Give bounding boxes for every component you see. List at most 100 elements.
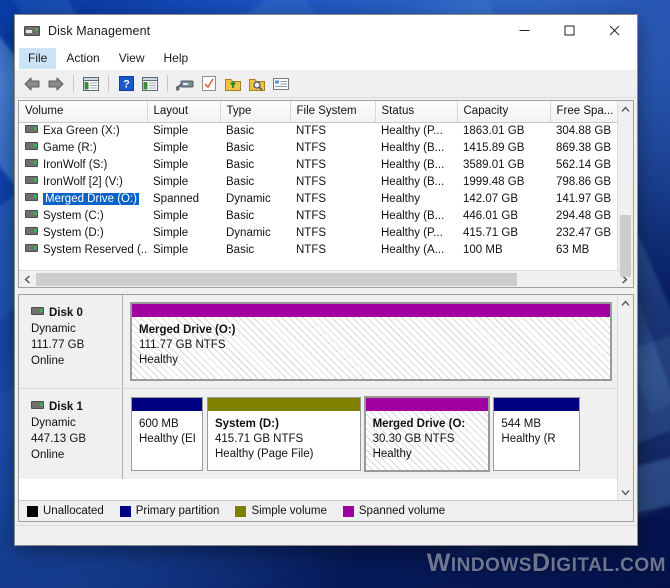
disk-size: 447.13 GB: [31, 433, 86, 445]
volume-list-horizontal-scrollbar[interactable]: [19, 270, 633, 287]
checklist-icon[interactable]: [198, 73, 220, 95]
cell-file-system: NTFS: [296, 192, 327, 205]
table-row[interactable]: Game (R:) Simple Basic NTFS Healthy (B... 141…: [19, 139, 617, 156]
help-icon[interactable]: ?: [115, 73, 137, 95]
table-row[interactable]: IronWolf (S:) Simple Basic NTFS Healthy (B..…: [19, 156, 617, 173]
volume-list-pane: Volume Layout Type File System Status Ca…: [18, 100, 634, 288]
partition-size: 544 MB: [501, 418, 542, 430]
partition-status: Healthy: [372, 448, 412, 460]
table-row[interactable]: Merged Drive (O:) Spanned Dynamic NTFS Healt…: [19, 190, 617, 207]
menu-item-view[interactable]: View: [110, 48, 154, 69]
disk-row: Disk 0 Dynamic 111.77 GB Online Merged Drive…: [19, 295, 617, 389]
cell-layout: Spanned: [153, 192, 200, 205]
cell-layout: Simple: [153, 141, 189, 154]
title-bar[interactable]: Disk Management: [15, 15, 637, 46]
show-hide-action-pane-icon[interactable]: [139, 73, 161, 95]
back-arrow-icon[interactable]: [21, 73, 43, 95]
cell-file-system: NTFS: [296, 124, 327, 137]
table-row[interactable]: System (C:) Simple Basic NTFS Healthy (B... 4…: [19, 207, 617, 224]
disk-partition[interactable]: Merged Drive (O: 30.30 GB NTFS Healthy: [363, 396, 491, 472]
menu-item-file[interactable]: File: [19, 47, 57, 69]
cell-free-space: 562.14 GB: [556, 158, 611, 171]
partition-inner: 544 MB Healthy (R: [494, 411, 579, 470]
disk-name: Disk 0: [49, 307, 83, 319]
vertical-scroll-track[interactable]: [618, 117, 633, 277]
disk-scroll-up-button[interactable]: [618, 295, 633, 311]
menu-item-help[interactable]: Help: [155, 48, 198, 69]
cell-type: Dynamic: [226, 192, 271, 205]
cell-file-system: NTFS: [296, 158, 327, 171]
cell-capacity: 3589.01 GB: [463, 158, 525, 171]
cell-capacity: 415.71 GB: [463, 226, 518, 239]
drive-icon: [25, 124, 38, 133]
watermark-igitalcom: IGITAL.COM: [550, 555, 666, 576]
legend-item: Unallocated: [27, 505, 104, 517]
cell-type: Basic: [226, 141, 255, 154]
partition-text: Merged Drive (O:) 111.77 GB NTFS Healthy: [132, 317, 610, 379]
close-button[interactable]: [592, 15, 637, 46]
disk-size: 111.77 GB: [31, 339, 85, 351]
maximize-button[interactable]: [547, 15, 592, 46]
cell-capacity: 1415.89 GB: [463, 141, 525, 154]
menu-item-action[interactable]: Action: [57, 48, 108, 69]
disk-scroll-down-button[interactable]: [618, 484, 633, 500]
disk-state: Online: [31, 355, 65, 367]
cell-layout: Simple: [153, 243, 189, 256]
export-list-icon[interactable]: [222, 73, 244, 95]
volume-grid: Volume Layout Type File System Status Ca…: [19, 101, 617, 270]
forward-arrow-icon[interactable]: [45, 73, 67, 95]
table-row[interactable]: IronWolf [2] (V:) Simple Basic NTFS Healthy …: [19, 173, 617, 190]
cell-type: Basic: [226, 175, 255, 188]
cell-volume: IronWolf [2] (V:): [19, 173, 147, 190]
volume-table-header-row: Volume Layout Type File System Status Ca…: [19, 101, 617, 123]
toolbar-separator: [108, 75, 109, 92]
disk-header[interactable]: Disk 1 Dynamic 447.13 GB Online: [19, 389, 123, 479]
column-header-capacity[interactable]: Capacity: [457, 101, 551, 123]
vertical-scroll-thumb[interactable]: [620, 215, 631, 277]
table-row[interactable]: System (D:) Simple Dynamic NTFS Healthy (P..…: [19, 224, 617, 241]
content-area: Volume Layout Type File System Status Ca…: [15, 98, 637, 525]
rescan-disks-icon[interactable]: [174, 73, 196, 95]
cell-free-space: 63 MB: [556, 243, 590, 256]
disk-partition[interactable]: 600 MB Healthy (EI: [131, 397, 203, 471]
column-header-type[interactable]: Type: [220, 101, 291, 123]
horizontal-scroll-thumb[interactable]: [36, 272, 518, 286]
column-header-status[interactable]: Status: [375, 101, 458, 123]
disk-partition[interactable]: 544 MB Healthy (R: [493, 397, 580, 471]
partition-status: Healthy: [139, 354, 178, 366]
column-header-free-space[interactable]: Free Spa...: [550, 101, 617, 123]
disk-icon: [31, 401, 44, 409]
cell-capacity: 1999.48 GB: [463, 175, 525, 188]
partition-title: System (D:): [215, 418, 279, 430]
disk-empty-space: [583, 397, 611, 471]
horizontal-scroll-track[interactable]: [36, 271, 616, 288]
cell-layout: Simple: [153, 175, 189, 188]
table-row[interactable]: System Reserved (... Simple Basic NTFS Healt…: [19, 241, 617, 258]
partition-text: System (D:) 415.71 GB NTFS Healthy (Page F…: [208, 411, 360, 470]
disk-header[interactable]: Disk 0 Dynamic 111.77 GB Online: [19, 295, 123, 388]
cell-volume-label: System Reserved (...: [43, 243, 147, 256]
column-header-file-system[interactable]: File System: [290, 101, 376, 123]
cell-volume-label: System (D:): [43, 226, 104, 239]
table-row[interactable]: Exa Green (X:) Simple Basic NTFS Healthy (P.…: [19, 122, 617, 139]
disk-vertical-scroll-track[interactable]: [618, 311, 633, 484]
legend: Unallocated Primary partition Simple volum…: [19, 500, 633, 521]
disk-partition-bars: Merged Drive (O:) 111.77 GB NTFS Healthy: [123, 295, 617, 388]
search-folder-icon[interactable]: [246, 73, 268, 95]
properties-icon[interactable]: [270, 73, 292, 95]
column-header-volume[interactable]: Volume: [19, 101, 148, 123]
cell-layout: Simple: [153, 158, 189, 171]
disk-partition[interactable]: System (D:) 415.71 GB NTFS Healthy (Page F…: [207, 397, 361, 471]
cell-file-system: NTFS: [296, 175, 327, 188]
partition-color-bar: [208, 398, 360, 411]
partition-size: 111.77 GB NTFS: [139, 339, 226, 351]
column-header-layout[interactable]: Layout: [147, 101, 221, 123]
legend-label: Spanned volume: [358, 505, 446, 517]
scroll-left-button[interactable]: [19, 271, 36, 288]
volume-list-vertical-scrollbar[interactable]: [617, 101, 633, 277]
disk-view-vertical-scrollbar[interactable]: [617, 295, 633, 500]
scroll-up-button[interactable]: [618, 101, 633, 117]
show-hide-console-tree-icon[interactable]: [80, 73, 102, 95]
minimize-button[interactable]: [502, 15, 547, 46]
disk-partition[interactable]: Merged Drive (O:) 111.77 GB NTFS Healthy: [130, 302, 612, 381]
